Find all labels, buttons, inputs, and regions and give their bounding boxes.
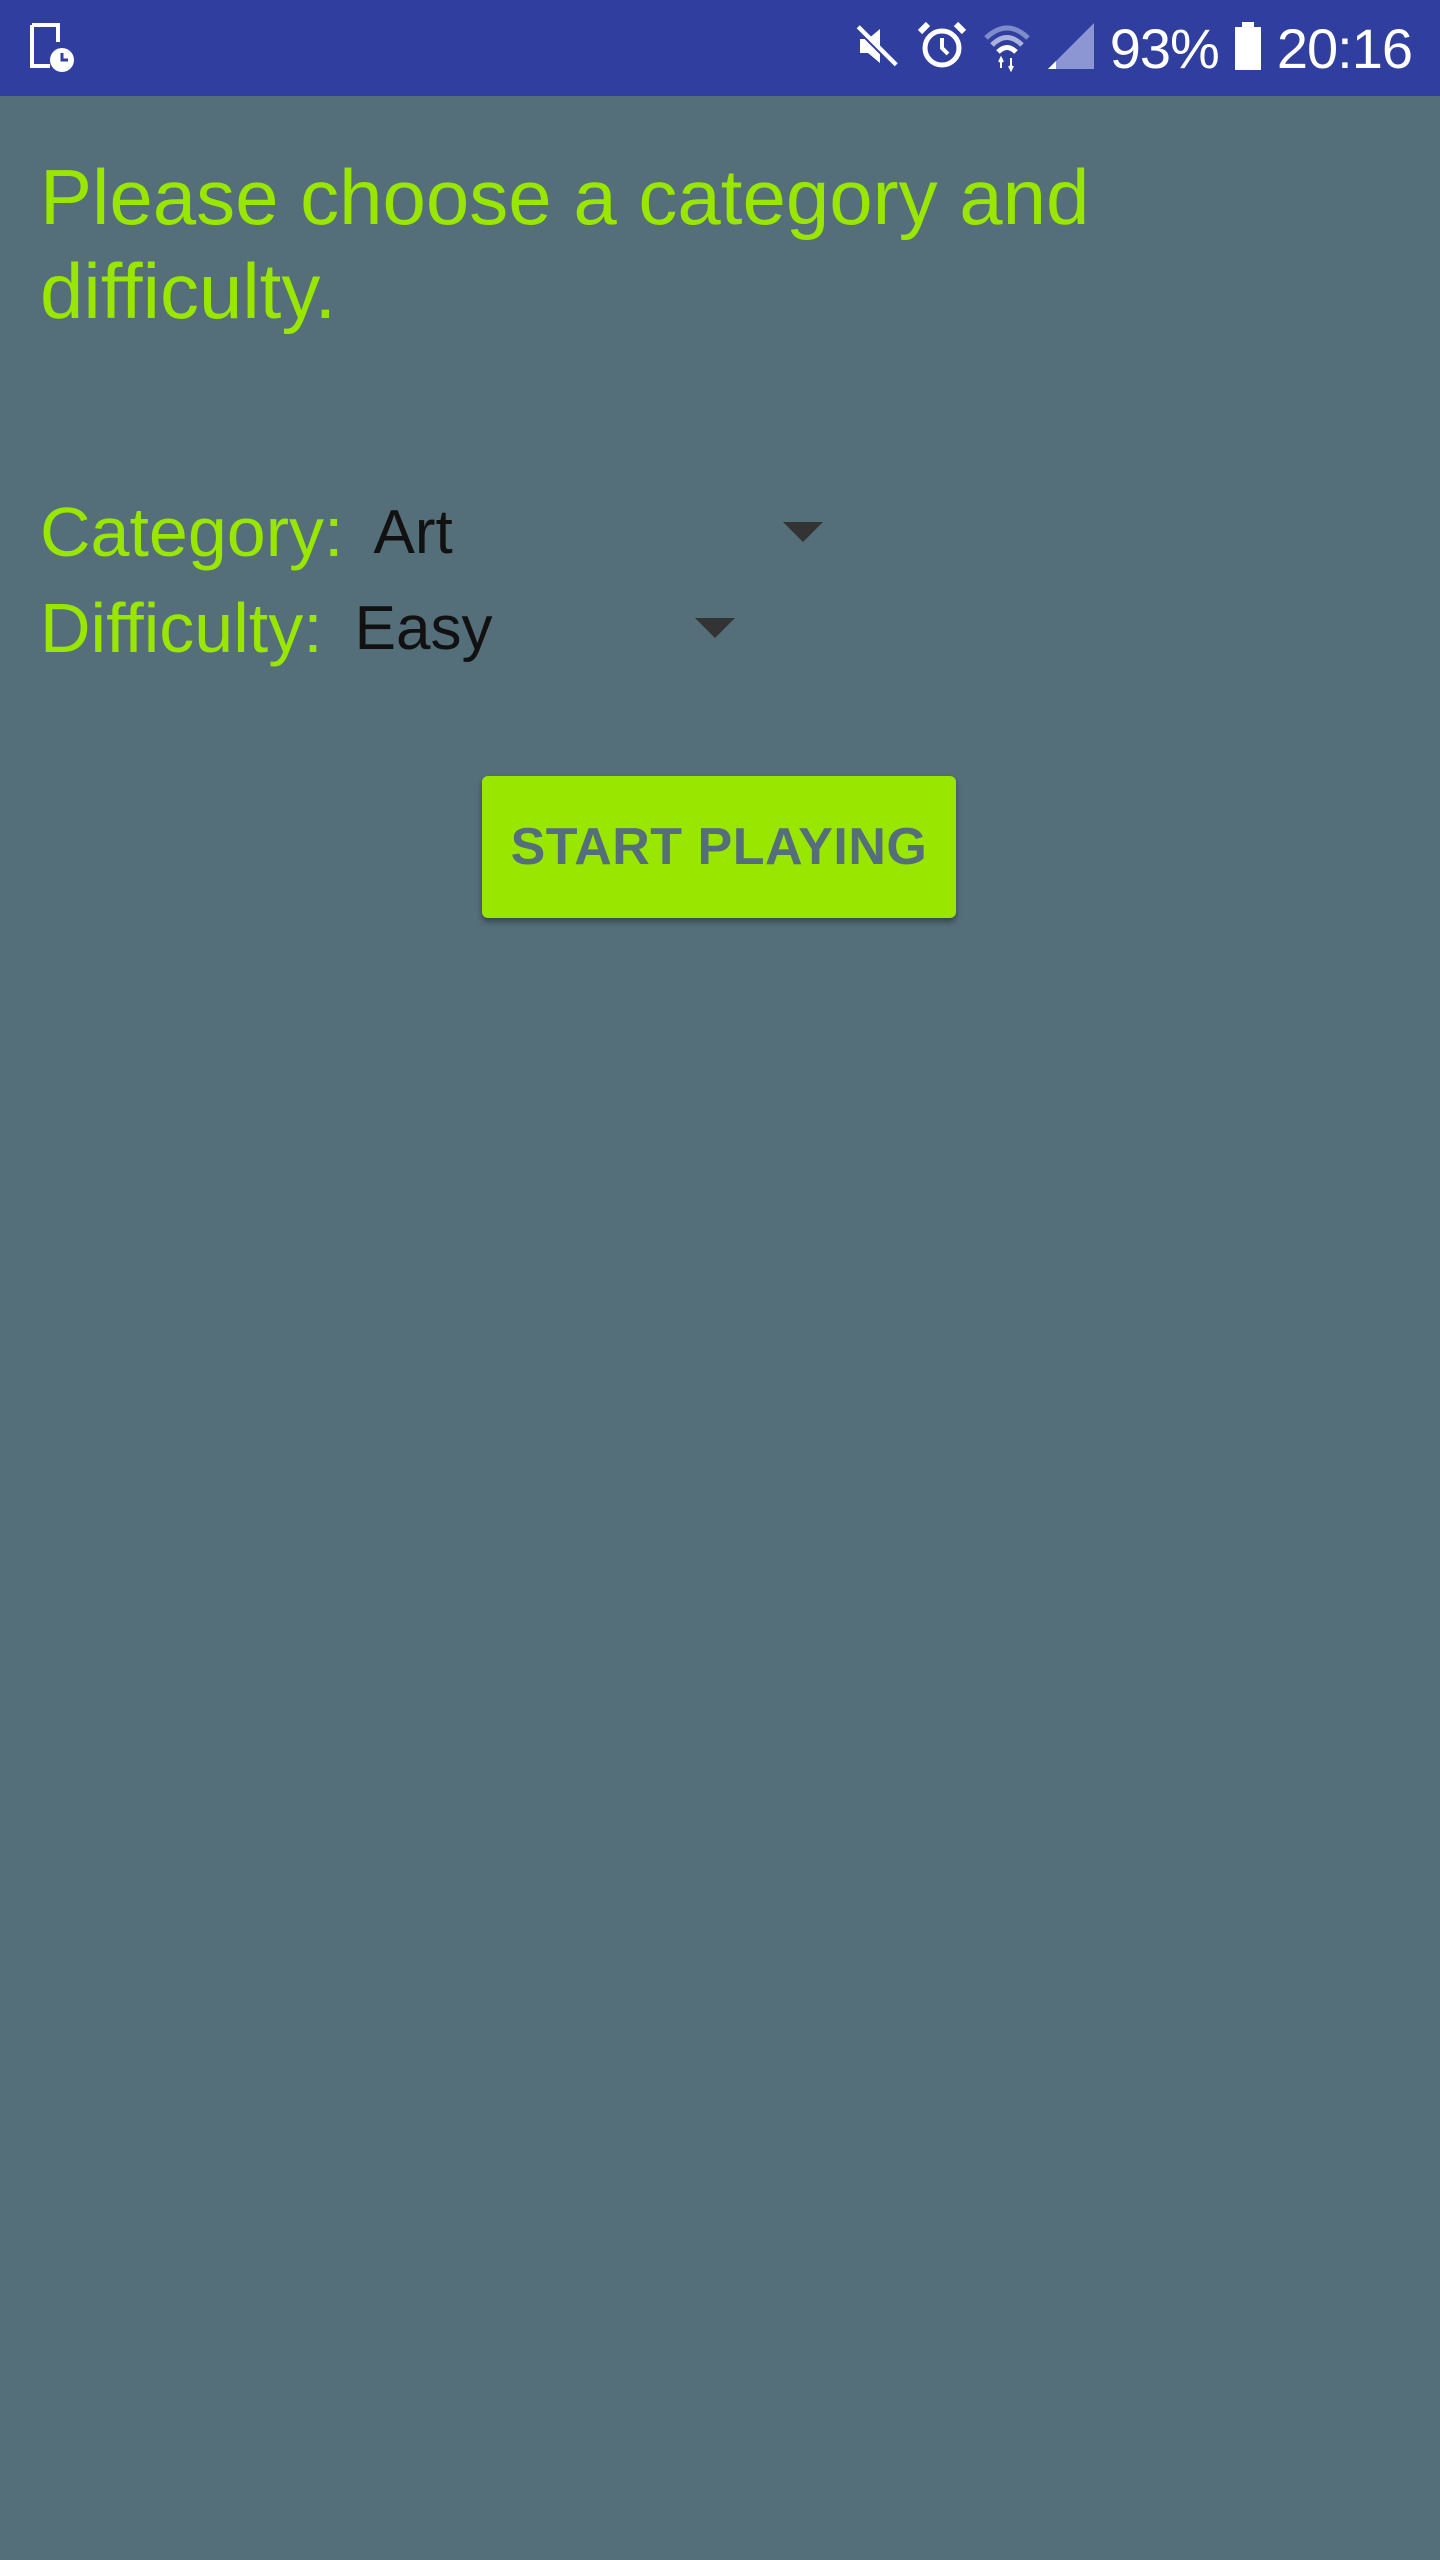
signal-icon (1046, 21, 1096, 76)
alarm-icon (916, 20, 968, 77)
start-playing-button[interactable]: START PLAYING (482, 776, 956, 918)
battery-percentage: 93% (1109, 16, 1220, 80)
difficulty-spinner[interactable]: Easy (355, 580, 755, 676)
dropdown-arrow-icon (694, 618, 735, 638)
status-bar: 93% 20:16 (0, 0, 1440, 96)
dropdown-arrow-icon (783, 522, 824, 542)
wifi-icon (982, 20, 1032, 77)
mute-icon (852, 21, 902, 76)
instruction-text: Please choose a category and difficulty. (40, 153, 1090, 335)
difficulty-value: Easy (354, 593, 493, 663)
category-row: Category: Art (40, 484, 843, 580)
difficulty-row: Difficulty: Easy (40, 580, 755, 676)
category-value: Art (373, 497, 453, 567)
battery-icon (1233, 20, 1263, 77)
category-label: Category: (40, 493, 344, 571)
difficulty-label: Difficulty: (40, 589, 323, 667)
main-screen: Please choose a category and difficulty.… (0, 96, 1440, 2560)
screenshot-icon (28, 22, 76, 74)
clock: 20:16 (1276, 16, 1413, 80)
category-spinner[interactable]: Art (373, 484, 843, 580)
